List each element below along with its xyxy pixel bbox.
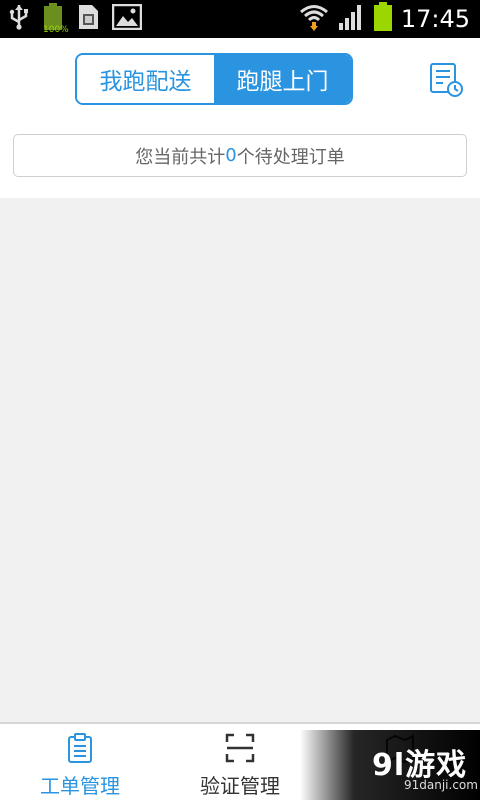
nav-work-orders[interactable]: 工单管理	[0, 724, 160, 800]
clipboard-icon	[68, 733, 92, 763]
usb-icon	[8, 3, 30, 35]
mode-segmented-control: 我跑配送 跑腿上门	[75, 53, 353, 105]
status-left-icons	[8, 3, 143, 35]
watermark-url: 91danji.com	[404, 778, 478, 792]
battery-icon	[373, 2, 393, 36]
wifi-icon	[299, 3, 329, 35]
tab-delivery[interactable]: 我跑配送	[77, 55, 214, 103]
pending-prefix: 您当前共计	[135, 146, 226, 168]
tab-errand[interactable]: 跑腿上门	[214, 55, 351, 103]
order-list-area[interactable]	[0, 198, 480, 722]
header: 我跑配送 跑腿上门 您当前共计 0 个待处理订单	[0, 38, 480, 198]
nav-verification-label: 验证管理	[200, 774, 280, 798]
status-right-icons: 17:45	[299, 2, 470, 36]
order-history-button[interactable]	[428, 62, 464, 98]
nav-verification[interactable]: 验证管理	[160, 724, 320, 800]
nav-work-orders-label: 工单管理	[40, 774, 120, 798]
battery-percent-label: 100%	[43, 25, 69, 35]
scan-icon	[225, 733, 255, 763]
order-history-icon	[430, 63, 463, 97]
image-icon	[111, 3, 143, 34]
signal-icon	[337, 3, 365, 35]
pending-count: 0	[225, 145, 237, 166]
pending-suffix: 个待处理订单	[236, 146, 345, 168]
pending-orders-banner: 您当前共计 0 个待处理订单	[13, 134, 467, 177]
clock: 17:45	[400, 5, 470, 33]
status-bar: 100% 17:45	[0, 0, 480, 38]
sim-card-icon	[76, 3, 100, 35]
